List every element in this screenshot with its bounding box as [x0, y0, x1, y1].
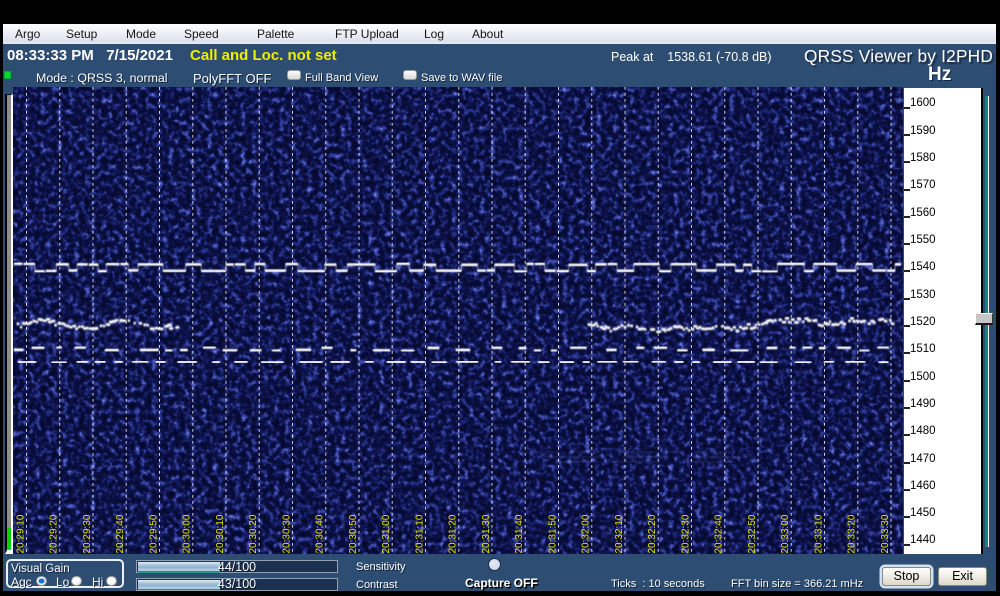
svg-text:20:30:20: 20:30:20: [248, 514, 259, 553]
svg-text:20:31:30: 20:31:30: [481, 514, 492, 553]
svg-text:20:29:10: 20:29:10: [15, 514, 26, 553]
svg-text:20:30:10: 20:30:10: [215, 514, 226, 553]
svg-text:20:32:10: 20:32:10: [614, 514, 625, 553]
svg-text:20:32:20: 20:32:20: [647, 514, 658, 553]
svg-text:20:31:10: 20:31:10: [414, 514, 425, 553]
svg-text:20:29:50: 20:29:50: [148, 514, 159, 553]
svg-text:20:33:30: 20:33:30: [880, 514, 891, 553]
svg-text:20:33:20: 20:33:20: [847, 514, 858, 553]
svg-text:20:31:20: 20:31:20: [448, 514, 459, 553]
svg-text:20:32:00: 20:32:00: [581, 514, 592, 553]
svg-text:20:31:40: 20:31:40: [514, 514, 525, 553]
svg-text:20:30:40: 20:30:40: [315, 514, 326, 553]
svg-text:20:31:50: 20:31:50: [547, 514, 558, 553]
svg-text:20:33:10: 20:33:10: [813, 514, 824, 553]
svg-text:20:32:50: 20:32:50: [747, 514, 758, 553]
svg-text:20:32:30: 20:32:30: [680, 514, 691, 553]
svg-text:20:30:50: 20:30:50: [348, 514, 359, 553]
svg-text:20:29:30: 20:29:30: [82, 514, 93, 553]
svg-text:20:29:20: 20:29:20: [49, 514, 60, 553]
svg-text:20:32:40: 20:32:40: [714, 514, 725, 553]
svg-text:20:33:00: 20:33:00: [780, 514, 791, 553]
svg-text:20:30:30: 20:30:30: [281, 514, 292, 553]
svg-text:20:30:00: 20:30:00: [182, 514, 193, 553]
svg-text:20:31:00: 20:31:00: [381, 514, 392, 553]
svg-text:20:29:40: 20:29:40: [115, 514, 126, 553]
